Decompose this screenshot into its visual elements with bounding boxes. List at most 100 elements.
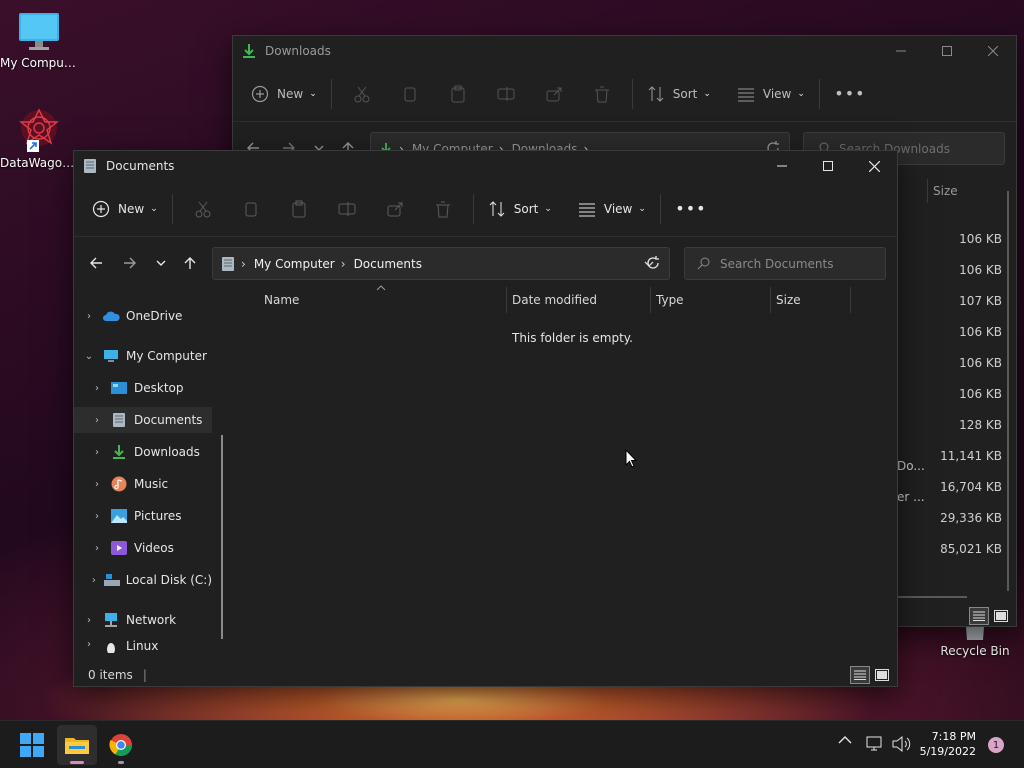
view-button[interactable]: View ⌄ [570, 191, 654, 227]
nav-item-music[interactable]: › Music [74, 471, 212, 497]
share-button[interactable] [371, 191, 419, 227]
taskbar-file-explorer[interactable] [57, 725, 97, 765]
refresh-button[interactable] [639, 249, 667, 277]
desktop-icon-datawagon[interactable]: DataWagon... [0, 106, 78, 170]
back-button[interactable] [82, 249, 110, 277]
search-documents-input[interactable]: Search Documents [684, 247, 886, 280]
delete-button[interactable] [419, 191, 467, 227]
downloads-size-column-header[interactable]: Size [933, 179, 958, 203]
rename-button[interactable] [482, 76, 530, 112]
size-cell: 106 KB [959, 356, 1002, 370]
windows-logo-icon [20, 733, 44, 757]
cut-button[interactable] [179, 191, 227, 227]
nav-item-pictures[interactable]: › Pictures [74, 503, 212, 529]
minimize-button[interactable] [878, 36, 924, 66]
nav-item-network[interactable]: › Network [74, 607, 212, 633]
collapse-chevron-icon[interactable]: ⌄ [82, 351, 96, 362]
taskbar-chrome[interactable] [101, 725, 141, 765]
expand-chevron-icon[interactable]: › [90, 383, 104, 394]
share-button[interactable] [530, 76, 578, 112]
forward-button[interactable] [116, 249, 144, 277]
clock[interactable]: 7:18 PM 5/19/2022 [914, 729, 976, 759]
column-header-name[interactable]: Name [264, 287, 504, 313]
expand-chevron-icon[interactable]: › [90, 511, 104, 522]
paste-button[interactable] [275, 191, 323, 227]
nav-item-local-disk[interactable]: › Local Disk (C:) [74, 567, 212, 593]
minimize-icon [777, 161, 787, 171]
more-options-button[interactable]: ••• [826, 76, 874, 112]
nav-item-downloads[interactable]: › Downloads [74, 439, 212, 465]
start-button[interactable] [12, 725, 52, 765]
nav-item-onedrive[interactable]: › OneDrive [74, 303, 212, 329]
column-header-size[interactable]: Size [776, 287, 850, 313]
breadcrumb-my-computer[interactable]: My Computer [254, 257, 335, 271]
notification-badge[interactable]: 1 [988, 737, 1004, 753]
trash-icon [593, 85, 611, 103]
sort-label: Sort [672, 86, 698, 101]
view-lines-icon [737, 85, 755, 103]
sort-button[interactable]: Sort ⌄ [639, 76, 719, 112]
downloads-scrollbar[interactable] [1007, 191, 1009, 591]
expand-chevron-icon[interactable]: › [82, 615, 96, 626]
nav-item-desktop[interactable]: › Desktop [74, 375, 212, 401]
maximize-button[interactable] [805, 151, 851, 181]
new-button[interactable]: New ⌄ [84, 191, 166, 227]
size-cell: 16,704 KB [940, 480, 1002, 494]
volume-button[interactable] [891, 735, 911, 753]
expand-chevron-icon[interactable]: › [82, 311, 96, 322]
nav-pane-scrollbar[interactable] [221, 435, 223, 639]
nav-item-videos[interactable]: › Videos [74, 535, 212, 561]
documents-window[interactable]: Documents New ⌄ Sort ⌄ View ⌄ ••• › My C… [73, 150, 898, 687]
expand-chevron-icon[interactable]: › [90, 447, 104, 458]
column-separator[interactable] [650, 287, 651, 313]
recent-button[interactable] [147, 249, 175, 277]
column-header-type[interactable]: Type [656, 287, 768, 313]
column-separator[interactable] [850, 287, 851, 313]
sort-button[interactable]: Sort ⌄ [480, 191, 560, 227]
expand-chevron-icon[interactable]: › [82, 639, 96, 650]
scissors-icon [194, 200, 212, 218]
tiles-view-toggle[interactable] [991, 607, 1011, 625]
expand-chevron-icon[interactable]: › [90, 575, 98, 586]
breadcrumb-documents[interactable]: Documents [354, 257, 422, 271]
expand-chevron-icon[interactable]: › [90, 543, 104, 554]
details-view-toggle[interactable] [850, 666, 870, 684]
close-button[interactable] [851, 151, 897, 181]
tiles-view-icon [875, 669, 889, 681]
tiles-view-toggle[interactable] [872, 666, 892, 684]
more-options-button[interactable]: ••• [667, 191, 715, 227]
column-separator[interactable] [506, 287, 507, 313]
show-hidden-icons-button[interactable] [838, 735, 852, 745]
copy-button[interactable] [386, 76, 434, 112]
column-separator[interactable] [770, 287, 771, 313]
close-icon [988, 46, 998, 56]
address-bar[interactable]: › My Computer › Documents [212, 247, 670, 280]
nav-label: Documents [134, 413, 203, 427]
copy-button[interactable] [227, 191, 275, 227]
nav-item-linux[interactable]: › Linux [74, 639, 212, 653]
nav-item-my-computer[interactable]: ⌄ My Computer [74, 343, 212, 369]
close-button[interactable] [970, 36, 1016, 66]
delete-button[interactable] [578, 76, 626, 112]
nav-item-documents[interactable]: › Documents [74, 407, 212, 433]
downloads-hscrollbar[interactable] [897, 596, 967, 598]
expand-chevron-icon[interactable]: › [90, 479, 104, 490]
column-header-date-modified[interactable]: Date modified [512, 287, 650, 313]
desktop-icon-my-computer[interactable]: My Computer [0, 10, 78, 70]
maximize-button[interactable] [924, 36, 970, 66]
view-label: View [603, 201, 633, 216]
cut-button[interactable] [338, 76, 386, 112]
new-button[interactable]: New ⌄ [243, 76, 325, 112]
view-button[interactable]: View ⌄ [729, 76, 813, 112]
details-view-icon [854, 670, 866, 680]
trash-icon [434, 200, 452, 218]
expand-chevron-icon[interactable]: › [90, 415, 104, 426]
file-list[interactable]: Name Date modified Type Size This folder… [232, 285, 897, 664]
minimize-button[interactable] [759, 151, 805, 181]
network-icon [102, 611, 120, 629]
network-status-button[interactable] [866, 735, 884, 753]
paste-button[interactable] [434, 76, 482, 112]
details-view-toggle[interactable] [969, 607, 989, 625]
rename-button[interactable] [323, 191, 371, 227]
up-button[interactable] [176, 249, 204, 277]
